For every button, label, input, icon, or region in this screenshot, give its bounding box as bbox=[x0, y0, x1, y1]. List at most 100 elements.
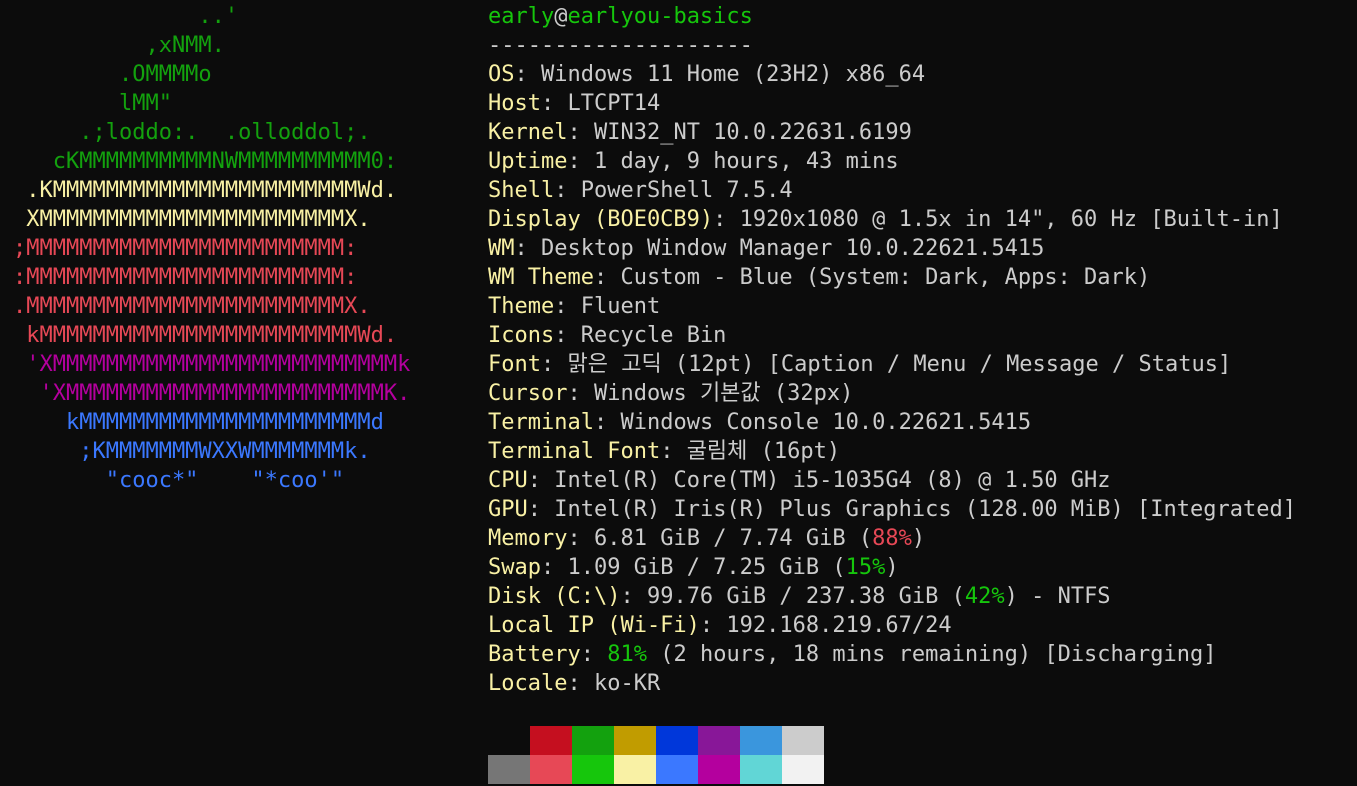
wm-theme-row: WM Theme: Custom - Blue (System: Dark, A… bbox=[488, 265, 1151, 290]
shell-key: Shell bbox=[488, 178, 555, 203]
logo-line: .;loddo:. .olloddol;. bbox=[13, 120, 371, 145]
icons-row: Icons: Recycle Bin bbox=[488, 323, 727, 348]
wm-key: WM bbox=[488, 236, 515, 261]
swap-key: Swap bbox=[488, 555, 541, 580]
uptime-row: Uptime: 1 day, 9 hours, 43 mins bbox=[488, 149, 899, 174]
locale-key: Locale bbox=[488, 671, 568, 696]
memory-value-end: ) bbox=[911, 526, 926, 551]
kernel-value: WIN32_NT 10.0.22631.6199 bbox=[593, 120, 912, 145]
icons-value: Recycle Bin bbox=[580, 323, 727, 348]
cursor-row: Cursor: Windows 기본값 (32px) bbox=[488, 381, 854, 406]
os-row: OS: Windows 11 Home (23H2) x86_64 bbox=[488, 62, 926, 87]
palette-swatch-bright-3 bbox=[614, 755, 656, 784]
memory-key: Memory bbox=[488, 526, 568, 551]
terminal-font-value: 굴림체 (16pt) bbox=[686, 439, 841, 464]
disk-percent: 42% bbox=[964, 584, 1005, 609]
swap-percent: 15% bbox=[845, 555, 886, 580]
palette-swatch-bright-0 bbox=[488, 755, 530, 784]
palette-swatch-dark-2 bbox=[572, 726, 614, 755]
logo-line: 'XMMMMMMMMMMMMMMMMMMMMMMMMK. bbox=[13, 381, 411, 406]
palette-swatch-bright-4 bbox=[656, 755, 698, 784]
logo-line: "cooc*" "*coo'" bbox=[13, 468, 345, 493]
gpu-key: GPU bbox=[488, 497, 528, 522]
logo-line: kMMMMMMMMMMMMMMMMMMMMMMMMWd. bbox=[13, 323, 398, 348]
hostname: earlyou-basics bbox=[567, 4, 753, 29]
palette-swatch-dark-3 bbox=[614, 726, 656, 755]
separator-line: -------------------- bbox=[488, 33, 753, 58]
system-info-panel: early@earlyou-basics -------------------… bbox=[488, 2, 1353, 698]
wm-theme-value: Custom - Blue (System: Dark, Apps: Dark) bbox=[620, 265, 1151, 290]
display-value: 1920x1080 @ 1.5x in 14", 60 Hz [Built-in… bbox=[739, 207, 1283, 232]
disk-value: 99.76 GiB / 237.38 GiB ( bbox=[646, 584, 965, 609]
os-value: Windows 11 Home (23H2) x86_64 bbox=[541, 62, 926, 87]
terminal-row: Terminal: Windows Console 10.0.22621.541… bbox=[488, 410, 1032, 435]
palette-swatch-bright-5 bbox=[698, 755, 740, 784]
kernel-key: Kernel bbox=[488, 120, 568, 145]
palette-swatch-bright-1 bbox=[530, 755, 572, 784]
ascii-logo: ..' ,xNMM. .OMMMMo lMM" .;loddo:. .ollod… bbox=[13, 2, 410, 495]
font-key: Font bbox=[488, 352, 541, 377]
logo-line: ,xNMM. bbox=[13, 33, 225, 58]
palette-swatch-dark-4 bbox=[656, 726, 698, 755]
logo-line: lMM" bbox=[13, 91, 172, 116]
battery-percent: 81% bbox=[607, 642, 647, 667]
uptime-value: 1 day, 9 hours, 43 mins bbox=[593, 149, 899, 174]
logo-line: XMMMMMMMMMMMMMMMMMMMMMMMX. bbox=[13, 207, 371, 232]
battery-row: Battery: 81% (2 hours, 18 mins remaining… bbox=[488, 642, 1217, 667]
username: early bbox=[488, 4, 555, 29]
wm-value: Desktop Window Manager 10.0.22621.5415 bbox=[541, 236, 1045, 261]
wm-row: WM: Desktop Window Manager 10.0.22621.54… bbox=[488, 236, 1045, 261]
shell-value: PowerShell 7.5.4 bbox=[580, 178, 793, 203]
logo-line: .KMMMMMMMMMMMMMMMMMMMMMMMWd. bbox=[13, 178, 398, 203]
gpu-value: Intel(R) Iris(R) Plus Graphics (128.00 M… bbox=[554, 497, 1296, 522]
gpu-row: GPU: Intel(R) Iris(R) Plus Graphics (128… bbox=[488, 497, 1296, 522]
palette-swatch-bright-7 bbox=[782, 755, 824, 784]
uptime-key: Uptime bbox=[488, 149, 568, 174]
local-ip-row: Local IP (Wi-Fi): 192.168.219.67/24 bbox=[488, 613, 952, 638]
logo-line: :MMMMMMMMMMMMMMMMMMMMMMMM: bbox=[13, 265, 358, 290]
kernel-row: Kernel: WIN32_NT 10.0.22631.6199 bbox=[488, 120, 912, 145]
local-ip-value: 192.168.219.67/24 bbox=[726, 613, 952, 638]
host-row: Host: LTCPT14 bbox=[488, 91, 661, 116]
palette-swatch-bright-6 bbox=[740, 755, 782, 784]
palette-swatch-dark-7 bbox=[782, 726, 824, 755]
swap-row: Swap: 1.09 GiB / 7.25 GiB (15%) bbox=[488, 555, 899, 580]
swap-value-end: ) bbox=[885, 555, 899, 580]
palette-swatch-dark-5 bbox=[698, 726, 740, 755]
logo-line: ;KMMMMMMMWXXWMMMMMMMk. bbox=[13, 439, 371, 464]
at-sign: @ bbox=[554, 4, 568, 29]
memory-row: Memory: 6.81 GiB / 7.74 GiB (88%) bbox=[488, 526, 926, 551]
swap-value: 1.09 GiB / 7.25 GiB ( bbox=[567, 555, 846, 580]
terminal-font-row: Terminal Font: 굴림체 (16pt) bbox=[488, 439, 841, 464]
logo-line: ..' bbox=[13, 4, 239, 29]
theme-value: Fluent bbox=[580, 294, 661, 319]
logo-line: 'XMMMMMMMMMMMMMMMMMMMMMMMMMMk bbox=[13, 352, 411, 377]
logo-line: ;MMMMMMMMMMMMMMMMMMMMMMMM: bbox=[13, 236, 358, 261]
palette-swatch-dark-1 bbox=[530, 726, 572, 755]
title-line: early@earlyou-basics bbox=[488, 2, 1353, 31]
wm-theme-key: WM Theme bbox=[488, 265, 594, 290]
display-key: Display (BOE0CB9) bbox=[488, 207, 714, 232]
theme-key: Theme bbox=[488, 294, 555, 319]
cpu-row: CPU: Intel(R) Core(TM) i5-1035G4 (8) @ 1… bbox=[488, 468, 1111, 493]
font-value: 맑은 고딕 (12pt) [Caption / Menu / Message /… bbox=[567, 352, 1232, 377]
color-palette bbox=[488, 726, 824, 784]
locale-value: ko-KR bbox=[593, 671, 661, 696]
cpu-value: Intel(R) Core(TM) i5-1035G4 (8) @ 1.50 G… bbox=[554, 468, 1111, 493]
disk-row: Disk (C:\): 99.76 GiB / 237.38 GiB (42%)… bbox=[488, 584, 1111, 609]
icons-key: Icons bbox=[488, 323, 555, 348]
display-row: Display (BOE0CB9): 1920x1080 @ 1.5x in 1… bbox=[488, 207, 1283, 232]
disk-value-end: ) - NTFS bbox=[1004, 584, 1111, 609]
locale-row: Locale: ko-KR bbox=[488, 671, 661, 696]
logo-line: cKMMMMMMMMMMNWMMMMMMMMMM0: bbox=[13, 149, 398, 174]
local-ip-key: Local IP (Wi-Fi) bbox=[488, 613, 700, 638]
palette-swatch-dark-0 bbox=[488, 726, 530, 755]
logo-line: kMMMMMMMMMMMMMMMMMMMMMMd bbox=[13, 410, 384, 435]
host-value: LTCPT14 bbox=[567, 91, 661, 116]
memory-value: 6.81 GiB / 7.74 GiB ( bbox=[593, 526, 873, 551]
memory-percent: 88% bbox=[872, 526, 912, 551]
palette-swatch-dark-6 bbox=[740, 726, 782, 755]
disk-key: Disk (C:\) bbox=[488, 584, 621, 609]
font-row: Font: 맑은 고딕 (12pt) [Caption / Menu / Mes… bbox=[488, 352, 1232, 377]
terminal-value: Windows Console 10.0.22621.5415 bbox=[620, 410, 1032, 435]
